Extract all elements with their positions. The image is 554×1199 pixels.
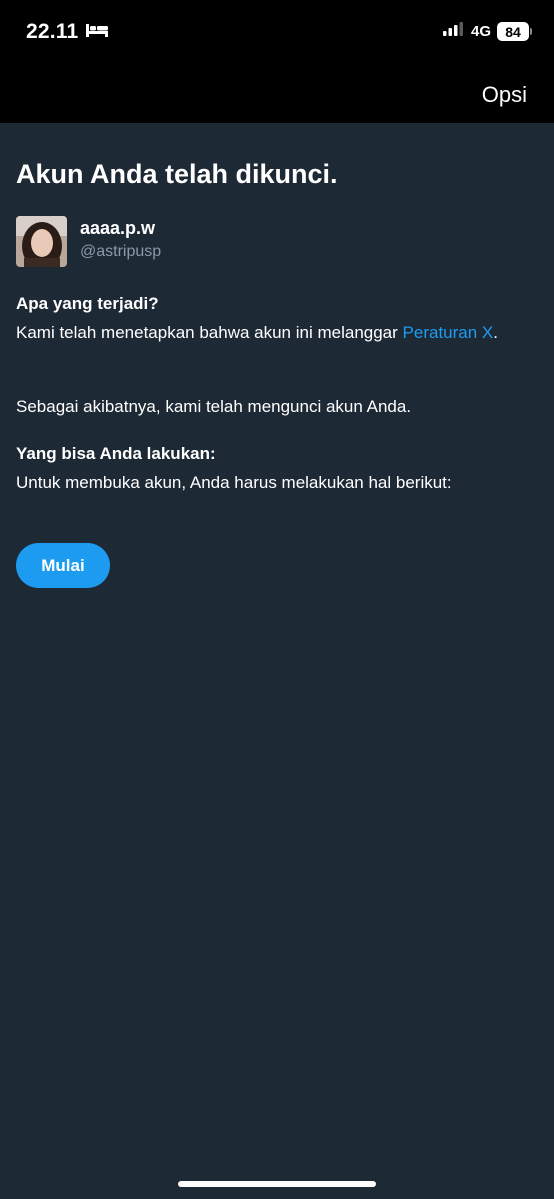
cellular-signal-icon <box>442 22 463 41</box>
top-bar: 22.11 4G 84 Opsi <box>0 0 554 123</box>
status-indicators: 4G 84 <box>442 22 532 41</box>
start-button[interactable]: Mulai <box>16 543 110 588</box>
violation-text: Kami telah menetapkan bahwa akun ini mel… <box>16 323 403 342</box>
avatar[interactable] <box>16 216 67 267</box>
page-title: Akun Anda telah dikunci. <box>16 159 338 189</box>
bed-icon <box>85 20 109 44</box>
account-display-name: aaaa.p.w <box>80 218 156 238</box>
violation-suffix: . <box>493 323 498 342</box>
battery-icon: 84 <box>497 22 532 41</box>
home-indicator[interactable] <box>178 1181 376 1187</box>
network-type: 4G <box>470 23 491 40</box>
battery-level: 84 <box>497 22 529 41</box>
battery-tip <box>530 28 532 35</box>
what-happened-heading: Apa yang terjadi? <box>16 294 159 313</box>
consequence-paragraph: Sebagai akibatnya, kami telah mengunci a… <box>16 397 412 416</box>
account-handle: @astripusp <box>80 243 162 260</box>
rules-link[interactable]: Peraturan X <box>403 323 494 342</box>
status-bar-time: 22.11 <box>26 20 109 44</box>
violation-paragraph: Kami telah menetapkan bahwa akun ini mel… <box>16 321 536 345</box>
status-time-text: 22.11 <box>26 20 79 43</box>
instructions-paragraph: Untuk membuka akun, Anda harus melakukan… <box>16 473 452 492</box>
what-to-do-heading: Yang bisa Anda lakukan: <box>16 444 216 463</box>
options-button[interactable]: Opsi <box>482 82 527 108</box>
